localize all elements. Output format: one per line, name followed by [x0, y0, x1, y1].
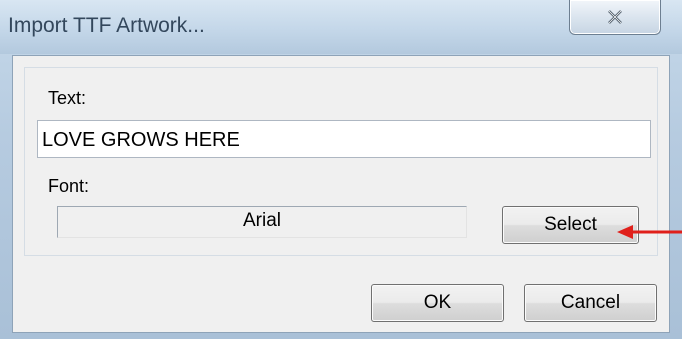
cancel-button[interactable]: Cancel — [524, 284, 657, 322]
ok-button[interactable]: OK — [371, 284, 504, 322]
font-label: Font: — [48, 176, 90, 196]
text-label: Text: — [48, 88, 87, 108]
close-icon — [608, 10, 622, 24]
dialog-title: Import TTF Artwork... — [8, 14, 205, 37]
red-arrow-icon — [617, 225, 682, 239]
text-input[interactable]: LOVE GROWS HERE — [37, 120, 651, 158]
title-bar: Import TTF Artwork... — [0, 0, 682, 54]
close-button[interactable] — [569, 0, 661, 35]
dialog-body: Text: LOVE GROWS HERE Font: Arial Select… — [12, 55, 670, 333]
dialog-window: Import TTF Artwork... Text: LOVE GROWS H… — [0, 0, 682, 339]
font-name-field: Arial — [57, 206, 467, 238]
